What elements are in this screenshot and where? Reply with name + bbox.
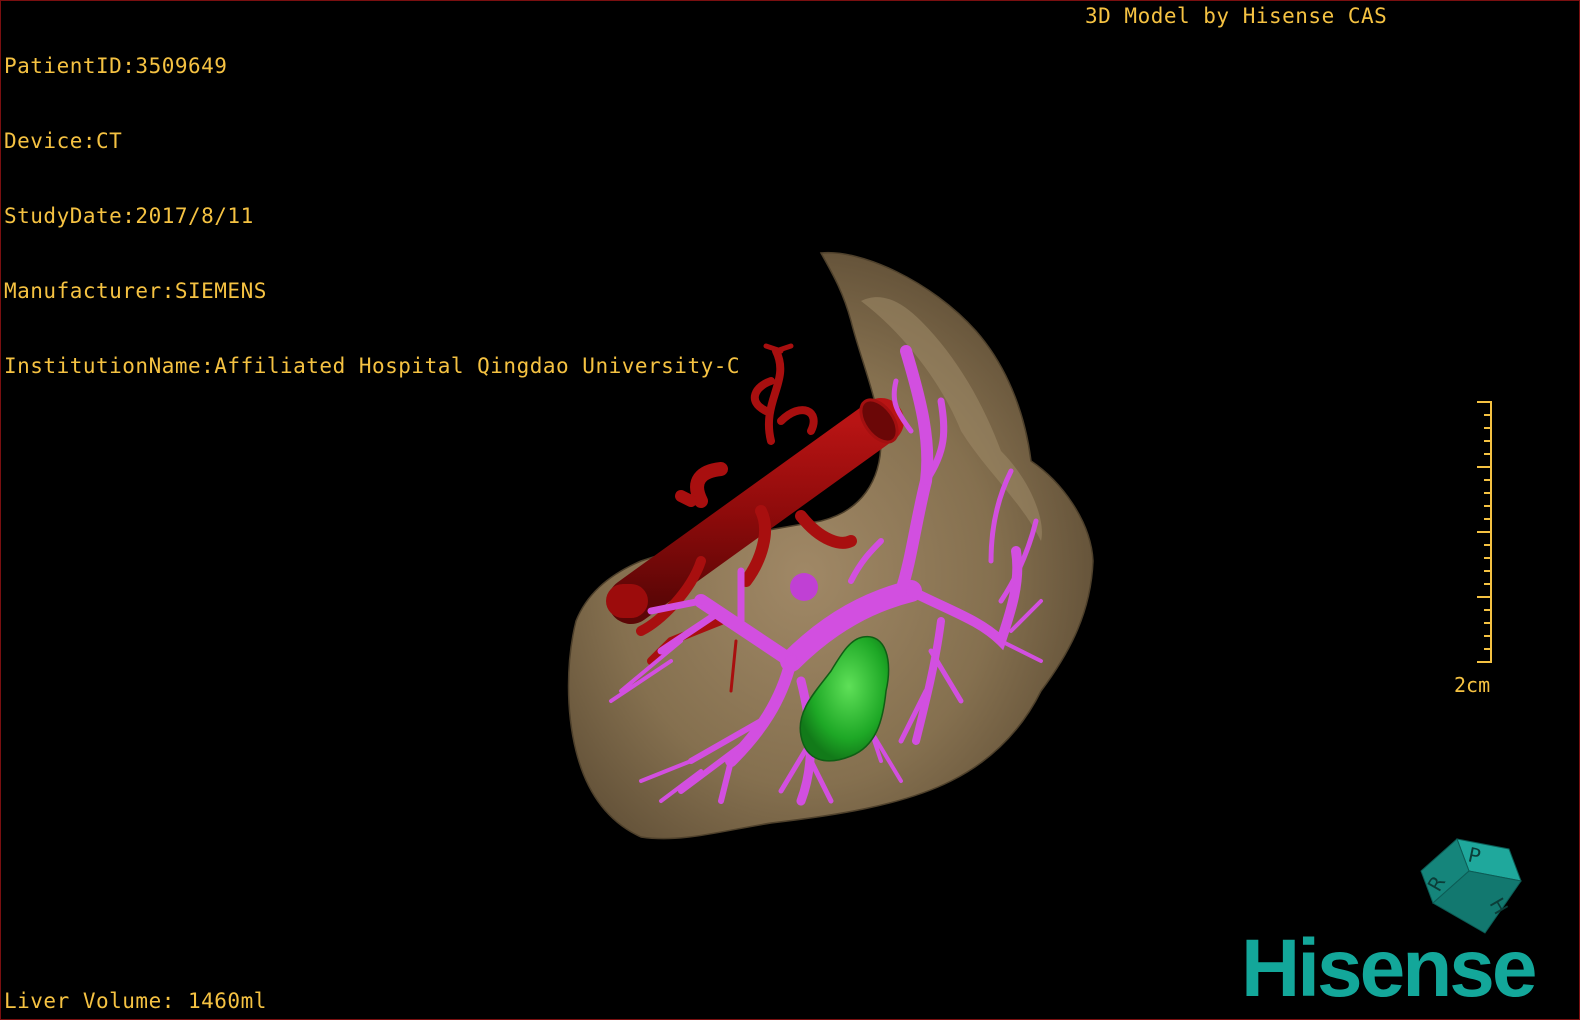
liver-volume-text: Liver Volume: 1460ml — [4, 989, 267, 1013]
patient-id-text: PatientID:3509649 — [4, 54, 228, 78]
hisense-logo: Hisense — [1241, 923, 1538, 1014]
patient-info-block: PatientID:3509649 Device:CT StudyDate:20… — [4, 4, 740, 429]
3d-viewport[interactable]: PatientID:3509649 Device:CT StudyDate:20… — [0, 0, 1580, 1020]
manufacturer-text: Manufacturer:SIEMENS — [4, 279, 267, 303]
scale-bar — [1477, 401, 1492, 663]
study-date-text: StudyDate:2017/8/11 — [4, 204, 254, 228]
scale-label: 2cm — [1454, 673, 1491, 697]
institution-text: InstitutionName:Affiliated Hospital Qing… — [4, 354, 741, 378]
model-credit-text: 3D Model by Hisense CAS — [1085, 4, 1388, 28]
device-text: Device:CT — [4, 129, 123, 153]
